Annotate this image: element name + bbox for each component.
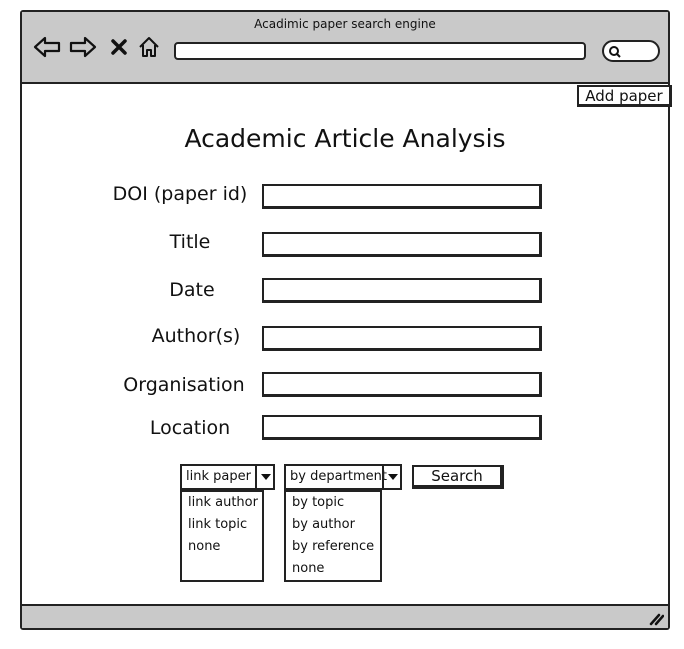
chevron-down-icon[interactable] xyxy=(255,466,275,488)
group-by-options-list: by topic by author by reference none xyxy=(284,490,382,582)
group-by-select-value: by department xyxy=(290,469,387,484)
group-option-reference[interactable]: by reference xyxy=(286,536,380,558)
link-select[interactable]: link paper xyxy=(180,464,275,490)
title-field[interactable] xyxy=(262,232,542,257)
link-option-topic[interactable]: link topic xyxy=(182,514,262,536)
organisation-label: Organisation xyxy=(123,374,245,396)
link-option-none[interactable]: none xyxy=(182,536,262,558)
doi-field[interactable] xyxy=(262,184,542,209)
authors-field[interactable] xyxy=(262,326,542,351)
chevron-down-icon[interactable] xyxy=(382,466,402,488)
browser-window: Acadimic paper search engine Add paper A… xyxy=(20,10,672,630)
link-options-list: link author link topic none xyxy=(180,490,264,582)
authors-label: Author(s) xyxy=(151,325,241,347)
home-icon[interactable] xyxy=(136,34,162,60)
link-option-author[interactable]: link author xyxy=(182,492,262,514)
page-title: Academic Article Analysis xyxy=(184,124,506,153)
date-label: Date xyxy=(169,279,215,301)
group-option-author[interactable]: by author xyxy=(286,514,380,536)
group-option-none[interactable]: none xyxy=(286,558,380,580)
title-bar: Acadimic paper search engine xyxy=(22,12,668,84)
location-label: Location xyxy=(149,417,231,439)
doi-label: DOI (paper id) xyxy=(112,183,248,205)
address-bar[interactable] xyxy=(174,42,586,60)
status-bar xyxy=(22,604,668,628)
title-label: Title xyxy=(169,231,211,253)
back-arrow-icon[interactable] xyxy=(32,34,62,60)
window-title: Acadimic paper search engine xyxy=(254,17,436,31)
organisation-field[interactable] xyxy=(262,372,542,397)
resize-grip-icon[interactable] xyxy=(648,612,664,626)
add-paper-button[interactable]: Add paper xyxy=(577,85,672,107)
forward-arrow-icon[interactable] xyxy=(68,34,98,60)
link-select-value: link paper xyxy=(186,469,251,484)
location-field[interactable] xyxy=(262,415,542,440)
date-field[interactable] xyxy=(262,278,542,303)
group-option-topic[interactable]: by topic xyxy=(286,492,380,514)
group-by-select[interactable]: by department xyxy=(284,464,402,490)
browser-search-box[interactable] xyxy=(602,40,660,62)
close-icon[interactable] xyxy=(108,34,130,60)
search-button[interactable]: Search xyxy=(412,465,504,489)
search-icon xyxy=(609,46,621,58)
